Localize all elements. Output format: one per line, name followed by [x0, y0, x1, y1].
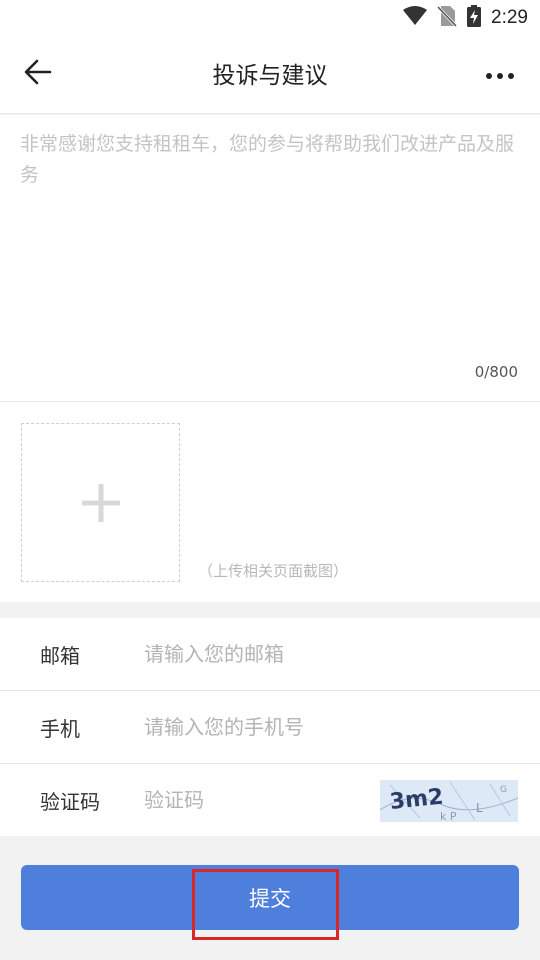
- no-sim-icon: [436, 5, 458, 31]
- char-counter: 0/800: [474, 363, 518, 381]
- feedback-textarea[interactable]: [20, 129, 520, 359]
- status-bar: 2:29: [0, 0, 540, 36]
- feedback-section: 0/800: [0, 115, 540, 402]
- status-time: 2:29: [491, 7, 528, 28]
- phone-label: 手机: [40, 717, 80, 741]
- svg-text:G: G: [500, 785, 507, 795]
- email-row: 邮箱: [0, 618, 540, 691]
- contact-form: 邮箱 手机 验证码 3m2 L k P G: [0, 618, 540, 836]
- upload-hint: （上传相关页面截图）: [198, 562, 349, 580]
- wifi-icon: [403, 6, 428, 30]
- submit-button[interactable]: 提交: [21, 865, 519, 930]
- captcha-field[interactable]: [144, 782, 364, 818]
- battery-charging-icon: [467, 5, 482, 31]
- more-dots-icon: [485, 65, 515, 84]
- svg-text:L: L: [476, 801, 483, 815]
- screen: 2:29 投诉与建议 0/800 （上传相关页面截图）: [0, 0, 540, 960]
- captcha-row: 验证码 3m2 L k P G: [0, 764, 540, 837]
- more-options-button[interactable]: [478, 54, 522, 94]
- phone-row: 手机: [0, 691, 540, 764]
- upload-image-button[interactable]: [21, 423, 180, 582]
- app-header: 投诉与建议: [0, 36, 540, 114]
- captcha-label: 验证码: [40, 790, 100, 814]
- phone-field[interactable]: [144, 709, 374, 745]
- captcha-image[interactable]: 3m2 L k P G: [380, 780, 518, 822]
- page-title: 投诉与建议: [212, 63, 328, 89]
- email-label: 邮箱: [40, 644, 80, 668]
- email-field[interactable]: [144, 636, 374, 672]
- upload-section: （上传相关页面截图）: [0, 402, 540, 602]
- svg-text:k P: k P: [440, 810, 457, 822]
- plus-icon: [82, 484, 120, 522]
- status-icons: 2:29: [403, 5, 528, 31]
